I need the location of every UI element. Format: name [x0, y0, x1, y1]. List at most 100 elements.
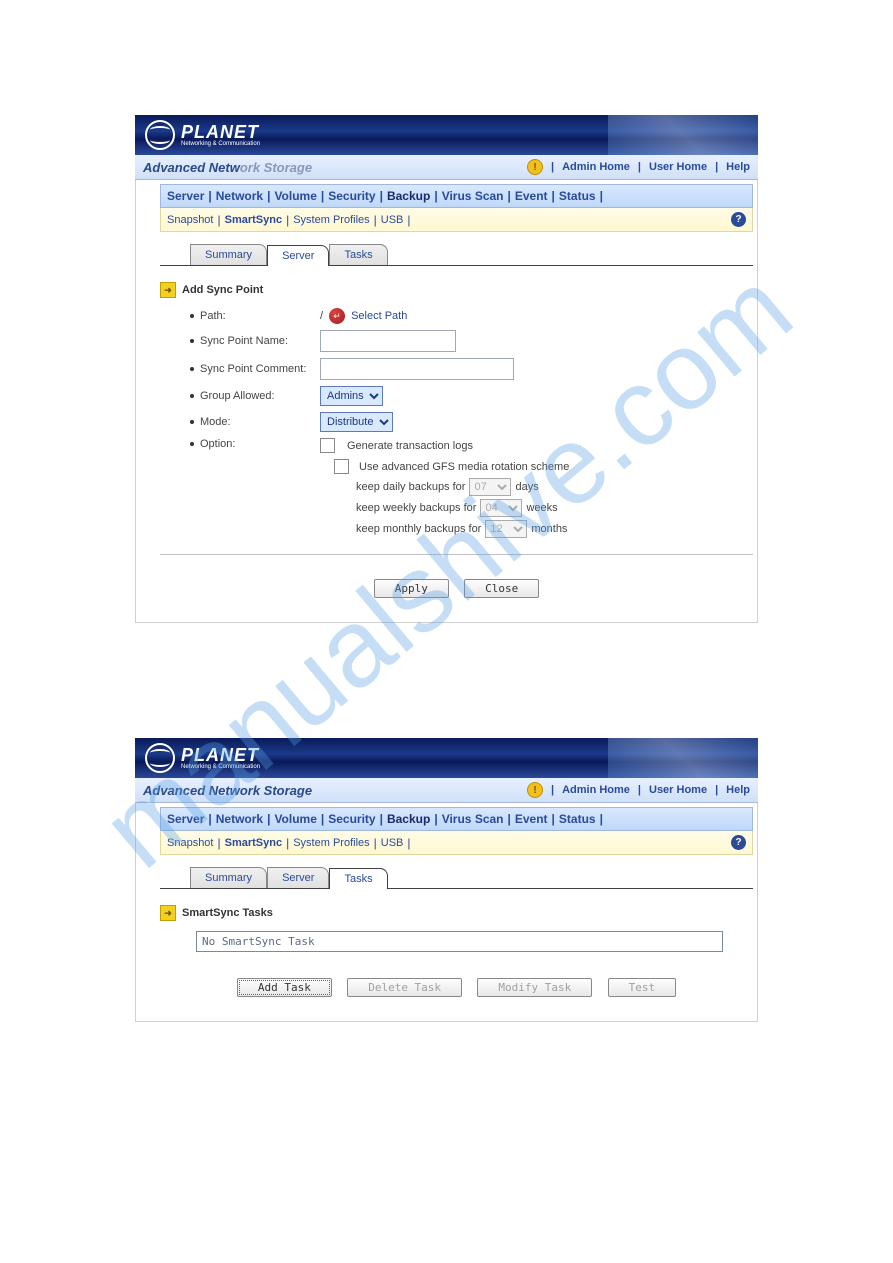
gfs-label: Use advanced GFS media rotation scheme: [359, 461, 569, 473]
nav-backup[interactable]: Backup: [387, 812, 430, 826]
user-home-link[interactable]: User Home: [649, 784, 707, 796]
delete-task-button: Delete Task: [347, 978, 462, 997]
subnav-usb[interactable]: USB: [381, 214, 404, 226]
nav-virus[interactable]: Virus Scan: [442, 189, 504, 203]
tasks-section: ➜SmartSync Tasks No SmartSync Task Add T…: [160, 889, 753, 1021]
brand-name: PLANET: [181, 122, 259, 142]
sub-header: Advanced Network Storage !| Admin Home| …: [135, 155, 758, 180]
screenshot-server: PLANETNetworking & Communication Advance…: [135, 115, 758, 623]
tabs: Summary Server Tasks: [160, 867, 753, 889]
subnav-smartsync[interactable]: SmartSync: [225, 214, 282, 226]
row-comment: Sync Point Comment:: [190, 358, 753, 380]
nav-backup[interactable]: Backup: [387, 189, 430, 203]
arrow-icon: ➜: [160, 905, 176, 921]
button-row: Add Task Delete Task Modify Task Test: [160, 970, 753, 1011]
nav-volume[interactable]: Volume: [274, 189, 316, 203]
select-path-link[interactable]: Select Path: [351, 310, 407, 322]
user-home-link[interactable]: User Home: [649, 161, 707, 173]
close-button[interactable]: Close: [464, 579, 539, 598]
comment-label: Sync Point Comment:: [200, 363, 306, 375]
nav-virus[interactable]: Virus Scan: [442, 812, 504, 826]
nav-security[interactable]: Security: [328, 189, 375, 203]
alert-icon[interactable]: !: [527, 159, 543, 175]
content-panel: Server| Network| Volume| Security| Backu…: [135, 803, 758, 1022]
top-links: !| Admin Home| User Home| Help: [527, 782, 750, 798]
tab-tasks[interactable]: Tasks: [329, 244, 387, 265]
page-title: Advanced Network Storage: [143, 160, 312, 175]
row-gfs: Use advanced GFS media rotation scheme: [334, 459, 753, 474]
help-icon[interactable]: ?: [731, 212, 746, 227]
gfs-checkbox[interactable]: [334, 459, 349, 474]
tab-server[interactable]: Server: [267, 867, 329, 888]
weekly-select: 04: [480, 499, 522, 517]
admin-home-link[interactable]: Admin Home: [562, 161, 630, 173]
nav-event[interactable]: Event: [515, 812, 548, 826]
section-title: ➜Add Sync Point: [160, 282, 753, 298]
app-header: PLANETNetworking & Communication: [135, 115, 758, 155]
name-label: Sync Point Name:: [200, 335, 288, 347]
brand-tagline: Networking & Communication: [181, 141, 260, 147]
nav-status[interactable]: Status: [559, 189, 596, 203]
add-task-button[interactable]: Add Task: [237, 978, 332, 997]
arrow-icon: ➜: [160, 282, 176, 298]
row-name: Sync Point Name:: [190, 330, 753, 352]
button-row: Apply Close: [160, 571, 753, 612]
sub-nav: Snapshot| SmartSync| System Profiles| US…: [160, 208, 753, 232]
brand-logo: PLANETNetworking & Communication: [145, 120, 260, 150]
nav-network[interactable]: Network: [216, 812, 263, 826]
row-option: Option: Generate transaction logs: [190, 438, 753, 453]
sub-header: Advanced Network Storage !| Admin Home| …: [135, 778, 758, 803]
brand-name: PLANET: [181, 745, 259, 765]
tab-server[interactable]: Server: [267, 245, 329, 266]
path-label: Path:: [200, 310, 226, 322]
row-monthly: keep monthly backups for12months: [356, 520, 753, 538]
divider: [160, 554, 753, 555]
tab-tasks[interactable]: Tasks: [329, 868, 387, 889]
tabs: Summary Server Tasks: [160, 244, 753, 266]
subnav-snapshot[interactable]: Snapshot: [167, 214, 213, 226]
nav-status[interactable]: Status: [559, 812, 596, 826]
mode-label: Mode:: [200, 416, 231, 428]
subnav-sysprofiles[interactable]: System Profiles: [293, 214, 369, 226]
subnav-sysprofiles[interactable]: System Profiles: [293, 837, 369, 849]
comment-input[interactable]: [320, 358, 514, 380]
select-path-icon[interactable]: ↵: [329, 308, 345, 324]
group-select[interactable]: Admins: [320, 386, 383, 406]
subnav-smartsync[interactable]: SmartSync: [225, 837, 282, 849]
globe-icon: [145, 743, 175, 773]
logs-checkbox[interactable]: [320, 438, 335, 453]
nav-security[interactable]: Security: [328, 812, 375, 826]
row-daily: keep daily backups for07days: [356, 478, 753, 496]
nav-event[interactable]: Event: [515, 189, 548, 203]
help-icon[interactable]: ?: [731, 835, 746, 850]
screenshot-tasks: PLANETNetworking & Communication Advance…: [135, 738, 758, 1022]
nav-network[interactable]: Network: [216, 189, 263, 203]
form-section: ➜Add Sync Point Path: /↵Select Path Sync…: [160, 266, 753, 622]
help-link[interactable]: Help: [726, 161, 750, 173]
tab-summary[interactable]: Summary: [190, 867, 267, 888]
alert-icon[interactable]: !: [527, 782, 543, 798]
nav-volume[interactable]: Volume: [274, 812, 316, 826]
modify-task-button: Modify Task: [477, 978, 592, 997]
brand-tagline: Networking & Communication: [181, 764, 260, 770]
admin-home-link[interactable]: Admin Home: [562, 784, 630, 796]
help-link[interactable]: Help: [726, 784, 750, 796]
globe-icon: [145, 120, 175, 150]
row-group: Group Allowed: Admins: [190, 386, 753, 406]
main-nav: Server| Network| Volume| Security| Backu…: [160, 184, 753, 208]
row-path: Path: /↵Select Path: [190, 308, 753, 324]
mode-select[interactable]: Distribute: [320, 412, 393, 432]
subnav-snapshot[interactable]: Snapshot: [167, 837, 213, 849]
subnav-usb[interactable]: USB: [381, 837, 404, 849]
daily-select: 07: [469, 478, 511, 496]
name-input[interactable]: [320, 330, 456, 352]
nav-server[interactable]: Server: [167, 812, 204, 826]
tab-summary[interactable]: Summary: [190, 244, 267, 265]
nav-server[interactable]: Server: [167, 189, 204, 203]
brand-logo: PLANETNetworking & Communication: [145, 743, 260, 773]
monthly-select: 12: [485, 520, 527, 538]
apply-button[interactable]: Apply: [374, 579, 449, 598]
row-weekly: keep weekly backups for04weeks: [356, 499, 753, 517]
content-panel: Server| Network| Volume| Security| Backu…: [135, 180, 758, 623]
row-mode: Mode: Distribute: [190, 412, 753, 432]
